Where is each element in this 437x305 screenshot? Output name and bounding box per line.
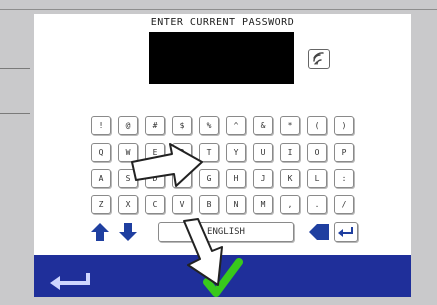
language-button[interactable]: ENGLISH <box>158 222 294 242</box>
key-4-7[interactable]: M <box>253 195 273 214</box>
key-3-2[interactable]: S <box>118 169 138 188</box>
key-2-1[interactable]: Q <box>91 143 111 162</box>
wifi-icon <box>313 52 324 65</box>
key-2-4[interactable]: R <box>172 143 192 162</box>
key-2-9[interactable]: O <box>307 143 327 162</box>
left-divider-1 <box>0 68 30 69</box>
key-4-5[interactable]: B <box>199 195 219 214</box>
confirm-button[interactable] <box>203 256 243 302</box>
key-2-10[interactable]: P <box>334 143 354 162</box>
back-button[interactable] <box>48 270 92 294</box>
wifi-button[interactable] <box>308 49 330 69</box>
key-2-3[interactable]: E <box>145 143 165 162</box>
key-1-8[interactable]: * <box>280 116 300 135</box>
key-1-5[interactable]: % <box>199 116 219 135</box>
arrow-up-icon <box>91 223 109 241</box>
key-2-5[interactable]: T <box>199 143 219 162</box>
key-4-4[interactable]: V <box>172 195 192 214</box>
key-4-9[interactable]: . <box>307 195 327 214</box>
shift-down-button[interactable] <box>118 222 138 246</box>
page-title: ENTER CURRENT PASSWORD <box>150 17 295 28</box>
key-4-6[interactable]: N <box>226 195 246 214</box>
arrow-down-icon <box>119 223 137 241</box>
key-2-2[interactable]: W <box>118 143 138 162</box>
enter-button[interactable] <box>334 222 358 242</box>
enter-icon <box>338 227 353 237</box>
key-3-9[interactable]: L <box>307 169 327 188</box>
key-1-4[interactable]: $ <box>172 116 192 135</box>
key-1-9[interactable]: ( <box>307 116 327 135</box>
key-3-10[interactable]: : <box>334 169 354 188</box>
shift-up-button[interactable] <box>90 222 110 246</box>
key-3-1[interactable]: A <box>91 169 111 188</box>
key-4-1[interactable]: Z <box>91 195 111 214</box>
key-1-6[interactable]: ^ <box>226 116 246 135</box>
key-2-8[interactable]: I <box>280 143 300 162</box>
key-4-2[interactable]: X <box>118 195 138 214</box>
top-divider <box>0 9 437 10</box>
key-4-8[interactable]: , <box>280 195 300 214</box>
key-3-3[interactable]: D <box>145 169 165 188</box>
back-arrow-icon <box>50 273 90 290</box>
key-3-6[interactable]: H <box>226 169 246 188</box>
key-2-6[interactable]: Y <box>226 143 246 162</box>
key-1-10[interactable]: ) <box>334 116 354 135</box>
key-1-1[interactable]: ! <box>91 116 111 135</box>
key-1-3[interactable]: # <box>145 116 165 135</box>
key-3-7[interactable]: J <box>253 169 273 188</box>
key-2-7[interactable]: U <box>253 143 273 162</box>
key-4-10[interactable]: / <box>334 195 354 214</box>
key-1-7[interactable]: & <box>253 116 273 135</box>
key-1-2[interactable]: @ <box>118 116 138 135</box>
left-divider-2 <box>0 113 30 114</box>
password-field[interactable] <box>149 32 294 84</box>
checkmark-icon <box>203 258 243 297</box>
key-3-5[interactable]: G <box>199 169 219 188</box>
key-3-4[interactable]: F <box>172 169 192 188</box>
backspace-button[interactable] <box>308 222 330 246</box>
key-4-3[interactable]: C <box>145 195 165 214</box>
backspace-icon <box>309 224 329 240</box>
key-3-8[interactable]: K <box>280 169 300 188</box>
